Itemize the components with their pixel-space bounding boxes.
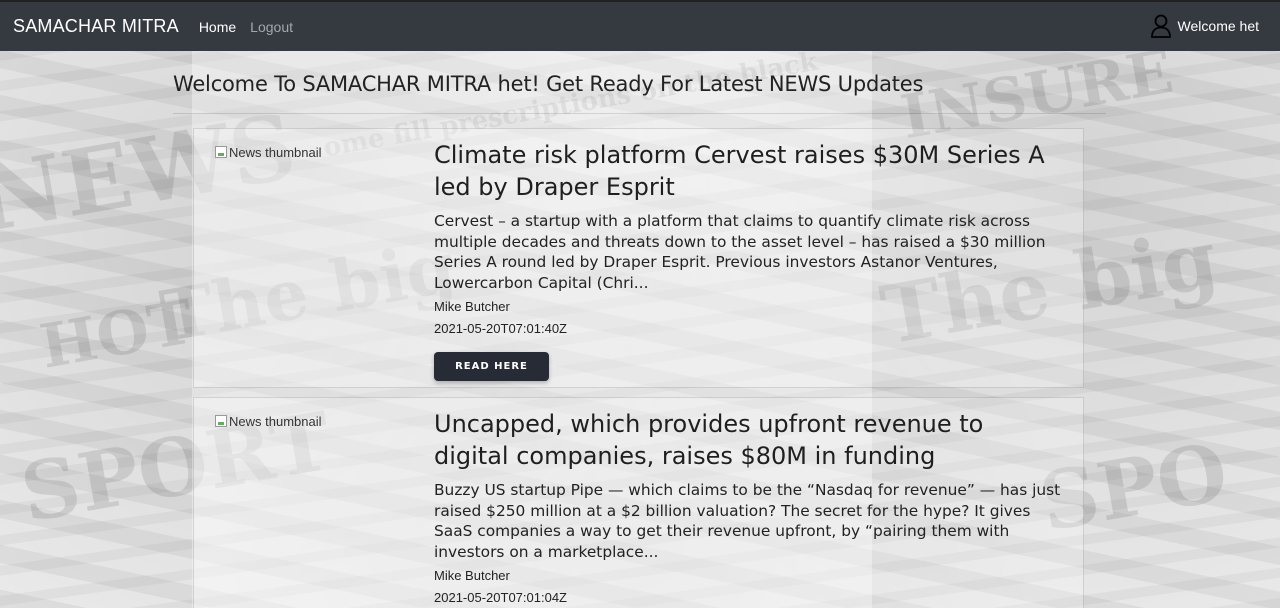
thumbnail-alt-text: News thumbnail [229, 144, 322, 160]
news-card: News thumbnail Climate risk platform Cer… [193, 128, 1084, 388]
news-thumbnail: News thumbnail [215, 142, 395, 162]
thumbnail-alt-text: News thumbnail [229, 413, 322, 429]
news-thumbnail: News thumbnail [215, 411, 395, 431]
news-author: Mike Butcher [434, 299, 510, 314]
news-description: Buzzy US startup Pipe — which claims to … [434, 481, 1061, 561]
nav-home-link[interactable]: Home [199, 19, 236, 35]
news-card-body: Uncapped, which provides upfront revenue… [434, 408, 1064, 606]
main-content: Welcome To SAMACHAR MITRA het! Get Ready… [0, 51, 1280, 608]
news-author: Mike Butcher [434, 568, 510, 583]
page-title: Welcome To SAMACHAR MITRA het! Get Ready… [173, 72, 924, 96]
news-description: Cervest – a startup with a platform that… [434, 212, 1046, 292]
user-menu[interactable]: Welcome het [1150, 14, 1259, 38]
top-navbar: SAMACHAR MITRA Home Logout Welcome het [0, 0, 1280, 51]
welcome-user-text: Welcome het [1177, 18, 1259, 34]
heading-divider [173, 113, 1106, 114]
broken-image-icon [215, 146, 227, 158]
news-card: News thumbnail Uncapped, which provides … [193, 397, 1084, 608]
nav-logout-link[interactable]: Logout [250, 19, 293, 35]
news-title: Climate risk platform Cervest raises $30… [434, 141, 1045, 201]
user-icon [1150, 14, 1172, 38]
brand-logo-text[interactable]: SAMACHAR MITRA [13, 16, 179, 37]
broken-image-icon [215, 415, 227, 427]
news-title: Uncapped, which provides upfront revenue… [434, 410, 984, 470]
news-date: 2021-05-20T07:01:40Z [434, 321, 567, 336]
news-date: 2021-05-20T07:01:04Z [434, 590, 567, 605]
read-here-button[interactable]: READ HERE [434, 352, 549, 381]
news-card-body: Climate risk platform Cervest raises $30… [434, 139, 1064, 381]
